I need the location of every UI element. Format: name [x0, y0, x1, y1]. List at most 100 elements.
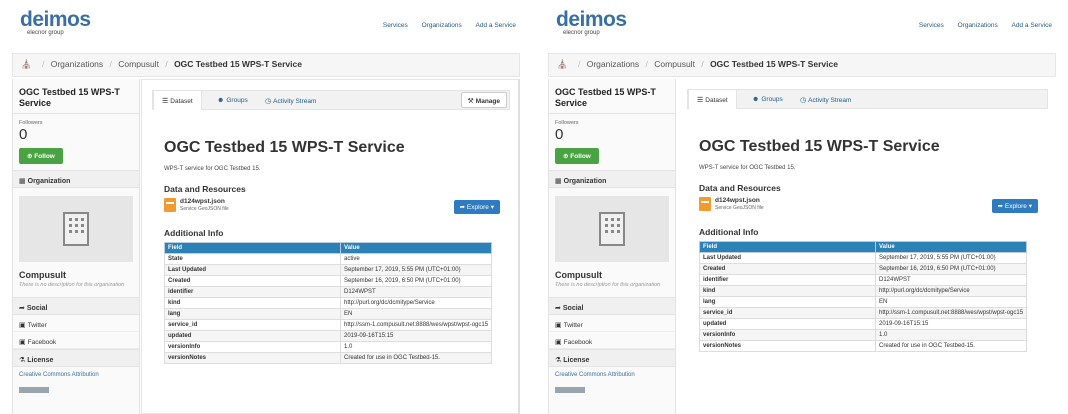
site-logo[interactable]: deimos elecnor group: [20, 9, 91, 37]
table-row: service_id http://ssm-1.compusult.net:888…: [699, 307, 1028, 319]
twitter-link[interactable]: ▣ Twitter: [13, 315, 139, 332]
organization-name[interactable]: Compusult: [13, 262, 139, 282]
share-icon: ➦: [19, 305, 25, 312]
manage-button[interactable]: ⚒ Manage: [460, 92, 507, 108]
sidebar-title: OGC Testbed 15 WPS-T Service: [555, 87, 656, 108]
main-panel: ☰ Dataset ☻ Groups ◷ Activity Stream ⚒ Manag…: [141, 79, 520, 414]
value-cell: September 16, 2019, 6:50 PM (UTC+01:00): [874, 263, 1028, 275]
field-cell: Last Updated: [699, 252, 876, 264]
explore-button[interactable]: ➦ Explore ▾: [991, 199, 1038, 213]
resources-heading: Data and Resources: [164, 184, 246, 194]
value-header: Value: [874, 241, 1028, 253]
explore-label: Explore: [1004, 203, 1027, 210]
value-cell: September 16, 2019, 6:50 PM (UTC+01:00): [339, 275, 493, 287]
file-icon: [164, 198, 176, 212]
license-link[interactable]: Creative Commons Attribution: [549, 367, 675, 380]
resource-item: d124wpst.json Service GeoJSON file ➦ Exp…: [164, 198, 500, 220]
table-row: Created September 16, 2019, 6:50 PM (UTC+…: [164, 275, 493, 287]
breadcrumb-org[interactable]: Compusult: [118, 59, 159, 69]
tab-activity-stream[interactable]: ◷ Activity Stream: [257, 91, 324, 110]
follow-button[interactable]: ⊕ Follow: [555, 148, 599, 164]
resource-description: Service GeoJSON file: [180, 206, 229, 212]
social-heading-label: Social: [562, 305, 584, 312]
table-row: kind http://purl.org/dc/dcmitype/Service: [164, 297, 493, 309]
manage-label: Manage: [475, 98, 500, 105]
tab-activity-label: Activity Stream: [808, 97, 852, 104]
nav-services[interactable]: Services: [919, 22, 944, 29]
breadcrumb-current[interactable]: OGC Testbed 15 WPS-T Service: [174, 59, 302, 69]
caret-down-icon: ▾: [490, 204, 494, 211]
twitter-label: Twitter: [563, 322, 583, 329]
nav-services[interactable]: Services: [383, 22, 408, 29]
building-placeholder-icon: [599, 212, 625, 246]
logo-mark: deimos: [556, 8, 627, 31]
main-panel: ☰ Dataset ☻ Groups ◷ Activity Stream OGC Te…: [677, 79, 1056, 414]
breadcrumb-org[interactable]: Compusult: [654, 59, 695, 69]
home-icon[interactable]: ⛪: [21, 59, 32, 69]
table-row: Created September 16, 2019, 6:50 PM (UTC+…: [699, 263, 1028, 275]
breadcrumb-separator: /: [165, 59, 168, 69]
facebook-link[interactable]: ▣ Facebook: [549, 332, 675, 349]
value-cell: September 17, 2019, 5:55 PM (UTC+01:00): [339, 264, 493, 276]
organization-image[interactable]: [555, 196, 669, 262]
table-row: identifier D124WPST: [699, 274, 1028, 286]
tab-groups-label: Groups: [226, 97, 248, 104]
nav-organizations[interactable]: Organizations: [422, 22, 462, 29]
tab-dataset[interactable]: ☰ Dataset: [688, 90, 737, 109]
followers-block: Followers 0 ⊕ Follow: [549, 114, 675, 170]
field-header: Field: [699, 241, 876, 253]
site-logo[interactable]: deimos elecnor group: [556, 8, 627, 37]
value-cell: EN: [339, 308, 493, 320]
breadcrumb-separator: /: [109, 59, 112, 69]
license-heading-label: License: [563, 357, 590, 364]
twitter-icon: ▣: [19, 322, 26, 329]
resource-item: d124wpst.json Service GeoJSON file ➦ Exp…: [699, 197, 1038, 219]
breadcrumb: ⛪ / Organizations / Compusult / OGC Test…: [548, 53, 1056, 77]
explore-label: Explore: [466, 204, 489, 211]
dataset-description: WPS-T service for OGC Testbed 15.: [164, 166, 261, 172]
tab-groups[interactable]: ☻ Groups: [209, 91, 256, 110]
table-row: versionNotes Created for use in OGC Testb…: [164, 352, 493, 364]
follow-button[interactable]: ⊕ Follow: [19, 148, 63, 164]
organization-heading-label: Organization: [563, 178, 607, 185]
field-cell: identifier: [699, 274, 876, 286]
building-placeholder-icon: [63, 212, 89, 246]
building-icon: ▦: [555, 178, 562, 185]
license-link[interactable]: Creative Commons Attribution: [13, 367, 139, 380]
resource-name[interactable]: d124wpst.json: [715, 197, 760, 204]
share-icon: ➦: [555, 305, 561, 312]
facebook-icon: ▣: [19, 339, 26, 346]
value-cell: Created for use in OGC Testbed-15.: [339, 352, 493, 364]
wrench-icon: ⚒: [467, 98, 474, 105]
tab-dataset[interactable]: ☰ Dataset: [153, 91, 202, 110]
breadcrumb-organizations[interactable]: Organizations: [587, 59, 639, 69]
nav-add-service[interactable]: Add a Service: [476, 22, 516, 29]
open-data-badge[interactable]: [19, 387, 49, 393]
twitter-link[interactable]: ▣ Twitter: [549, 315, 675, 332]
explore-button[interactable]: ➦ Explore ▾: [453, 200, 500, 214]
value-cell: http://ssm-1.compusult.net:8888/wes/wpst…: [874, 307, 1028, 319]
nav-organizations[interactable]: Organizations: [958, 22, 998, 29]
field-cell: updated: [699, 318, 876, 330]
site-header: deimos elecnor group Services Organizati…: [536, 0, 1068, 48]
home-icon[interactable]: ⛪: [557, 59, 568, 69]
users-icon: ☻: [752, 96, 760, 103]
nav-add-service[interactable]: Add a Service: [1012, 22, 1052, 29]
tab-groups[interactable]: ☻ Groups: [744, 90, 791, 109]
organization-name[interactable]: Compusult: [549, 262, 675, 282]
open-data-badge[interactable]: [555, 387, 585, 393]
table-row: lang EN: [164, 308, 493, 320]
field-cell: State: [164, 253, 341, 265]
facebook-link[interactable]: ▣ Facebook: [13, 332, 139, 349]
tab-activity-stream[interactable]: ◷ Activity Stream: [792, 90, 859, 109]
breadcrumb-organizations[interactable]: Organizations: [51, 59, 103, 69]
breadcrumb-separator: /: [577, 59, 581, 69]
site-header: deimos elecnor group Services Organizati…: [0, 0, 532, 48]
field-cell: service_id: [164, 319, 341, 331]
value-cell: http://ssm-1.compusult.net:8888/wes/wpst…: [339, 319, 493, 331]
screenshot-anonymous: deimos elecnor group Services Organizati…: [536, 0, 1068, 414]
organization-image[interactable]: [19, 196, 133, 262]
breadcrumb-current[interactable]: OGC Testbed 15 WPS-T Service: [710, 59, 838, 69]
followers-block: Followers 0 ⊕ Follow: [13, 114, 139, 170]
resource-name[interactable]: d124wpst.json: [180, 198, 225, 205]
